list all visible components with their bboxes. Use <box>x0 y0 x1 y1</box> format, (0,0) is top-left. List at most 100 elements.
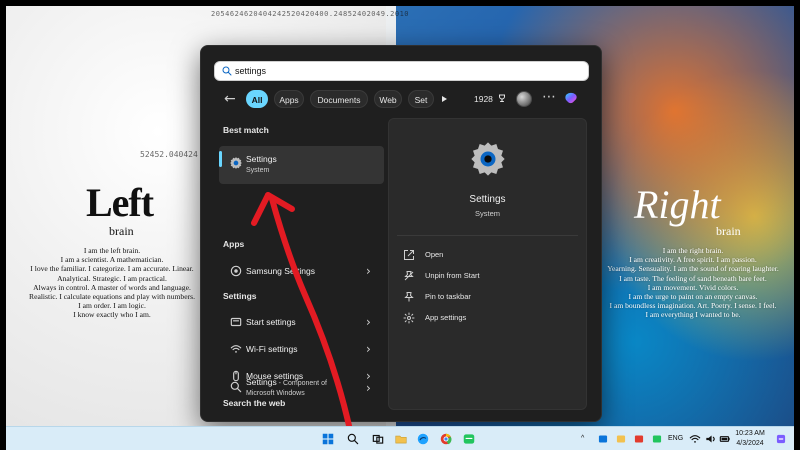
tray-app-icon[interactable] <box>614 432 628 446</box>
input-language[interactable]: ENG <box>668 433 688 445</box>
right-brain-title: Right <box>634 182 721 227</box>
start-search-menu: ← All Apps Documents Web Set 1928 ⋯ <box>200 45 602 422</box>
chevron-right-icon: › <box>366 315 371 329</box>
chrome-icon[interactable] <box>439 432 453 446</box>
notifications-icon[interactable] <box>774 432 788 446</box>
tray-overflow-icon[interactable]: ^ <box>581 433 591 445</box>
start-settings-icon <box>230 317 242 327</box>
settings-result-start[interactable]: Start settings › <box>219 309 384 335</box>
details-divider <box>397 235 578 236</box>
action-app-settings[interactable]: App settings <box>403 310 573 326</box>
screen-frame: 2054624620404242520420400.24852402049.20… <box>0 0 800 450</box>
settings-gear-icon <box>471 142 505 176</box>
settings-result-wifi[interactable]: Wi-Fi settings › <box>219 336 384 362</box>
settings-heading: Settings <box>223 291 257 301</box>
more-options-icon[interactable]: ⋯ <box>542 88 556 106</box>
left-brain-title: Left <box>86 180 154 225</box>
action-pin-to-taskbar[interactable]: Pin to taskbar <box>403 289 573 305</box>
right-text-line: I am movement. Vivid colors. <box>647 282 739 292</box>
tray-app-icon[interactable] <box>596 432 610 446</box>
clock-time: 10:23 AM <box>735 430 765 437</box>
rewards-icon <box>499 94 505 102</box>
filter-tab-apps[interactable]: Apps <box>274 90 304 108</box>
right-brain-text: I am the right brain. I am creativity. A… <box>598 246 788 320</box>
tray-app-icon[interactable] <box>632 432 646 446</box>
taskbar: ^ ENG 10:23 AM 4/3/2024 <box>6 426 794 450</box>
results-column: Best match Settings System Apps Samsung … <box>214 118 389 408</box>
details-subtitle: System <box>474 209 500 218</box>
web-result-subtitle: Microsoft Windows <box>246 390 305 397</box>
system-clock[interactable]: 10:23 AM 4/3/2024 <box>730 429 770 449</box>
rewards-points-value: 1928 <box>474 94 493 104</box>
action-unpin-from-start[interactable]: Unpin from Start <box>403 268 573 284</box>
search-icon <box>230 381 242 393</box>
left-brain-text: I am the left brain. I am a scientist. A… <box>12 246 212 320</box>
copilot-icon[interactable] <box>562 90 580 108</box>
clock-date: 4/3/2024 <box>736 440 764 447</box>
selected-indicator <box>219 151 222 167</box>
search-box[interactable] <box>214 61 589 81</box>
web-result-title: Settings <box>246 377 277 387</box>
windows-start-icon[interactable] <box>321 432 335 446</box>
search-icon <box>222 66 232 76</box>
chevron-right-icon: › <box>366 264 371 278</box>
filter-tab-documents[interactable]: Documents <box>310 90 368 108</box>
wifi-icon <box>230 345 242 353</box>
task-view-icon[interactable] <box>371 432 385 446</box>
best-match-settings[interactable]: Settings System <box>219 146 384 184</box>
search-icon[interactable] <box>346 432 360 446</box>
action-open[interactable]: Open <box>403 247 573 263</box>
play-icon[interactable] <box>438 93 450 105</box>
action-app-settings-label: App settings <box>425 313 467 322</box>
volume-icon[interactable] <box>704 432 718 446</box>
tray-app-icon[interactable] <box>650 432 664 446</box>
best-match-subtitle: System <box>246 167 270 174</box>
right-brain-subtitle: brain <box>716 224 741 238</box>
chevron-right-icon: › <box>366 381 371 395</box>
file-explorer-icon[interactable] <box>394 432 408 446</box>
right-text-line: I am creativity. A free spirit. I am pas… <box>629 255 757 265</box>
app-result-samsung-settings[interactable]: Samsung Settings › <box>219 258 384 284</box>
filter-tab-all[interactable]: All <box>246 90 268 108</box>
left-text-line: Analytical. Strategic. I am practical. <box>57 273 167 283</box>
best-match-title: Settings <box>246 154 277 164</box>
right-text-line: I am everything I wanted to be. <box>645 310 741 320</box>
edge-icon[interactable] <box>416 432 430 446</box>
left-text-line: I love the familiar. I categorize. I am … <box>30 264 194 274</box>
line-app-icon[interactable] <box>462 432 476 446</box>
left-text-line: I am the left brain. <box>83 246 141 255</box>
start-settings-label: Start settings <box>246 317 296 327</box>
samsung-settings-label: Samsung Settings <box>246 266 315 276</box>
chevron-right-icon: › <box>366 342 371 356</box>
action-unpin-label: Unpin from Start <box>425 271 480 280</box>
web-result-content[interactable]: Settings - Component of Microsoft Window… <box>219 373 384 405</box>
samsung-settings-icon <box>230 265 242 277</box>
left-text-line: I am a scientist. A mathematician. <box>60 255 164 265</box>
details-panel: Settings System Open Unpin from Start Pi… <box>388 118 587 410</box>
rewards-points[interactable]: 1928 <box>474 93 514 105</box>
unpin-icon <box>404 271 414 281</box>
open-icon <box>404 250 414 260</box>
wifi-icon[interactable] <box>688 432 702 446</box>
right-text-line: I am taste. The feeling of sand beneath … <box>619 273 767 283</box>
right-text-line: I am boundless imagination. Art. Poetry.… <box>609 301 777 311</box>
right-text-line: I am the right brain. <box>662 246 724 255</box>
right-text-line: Yearning. Sensuality. I am the sound of … <box>607 264 779 274</box>
left-text-line: I am order. I am logic. <box>78 301 146 311</box>
left-text-line: Always in control. A master of words and… <box>33 282 191 292</box>
filter-tab-settings[interactable]: Set <box>408 90 434 108</box>
search-input[interactable] <box>235 64 575 78</box>
wallpaper-digits-top: 2054624620404242520420400.24852402049.20… <box>211 10 410 18</box>
back-arrow-icon[interactable]: ← <box>224 91 240 107</box>
pin-icon <box>404 292 414 302</box>
web-result-title-line: Settings - Component of <box>246 376 381 388</box>
action-pin-label: Pin to taskbar <box>425 292 471 301</box>
best-match-heading: Best match <box>223 125 269 135</box>
details-title: Settings <box>469 194 506 205</box>
left-text-line: Realistic. I calculate equations and pla… <box>29 292 195 302</box>
filter-tab-web[interactable]: Web <box>374 90 402 108</box>
settings-gear-icon <box>230 157 242 169</box>
profile-avatar[interactable] <box>516 91 532 107</box>
apps-heading: Apps <box>223 239 245 249</box>
left-text-line: I know exactly who I am. <box>73 310 151 320</box>
